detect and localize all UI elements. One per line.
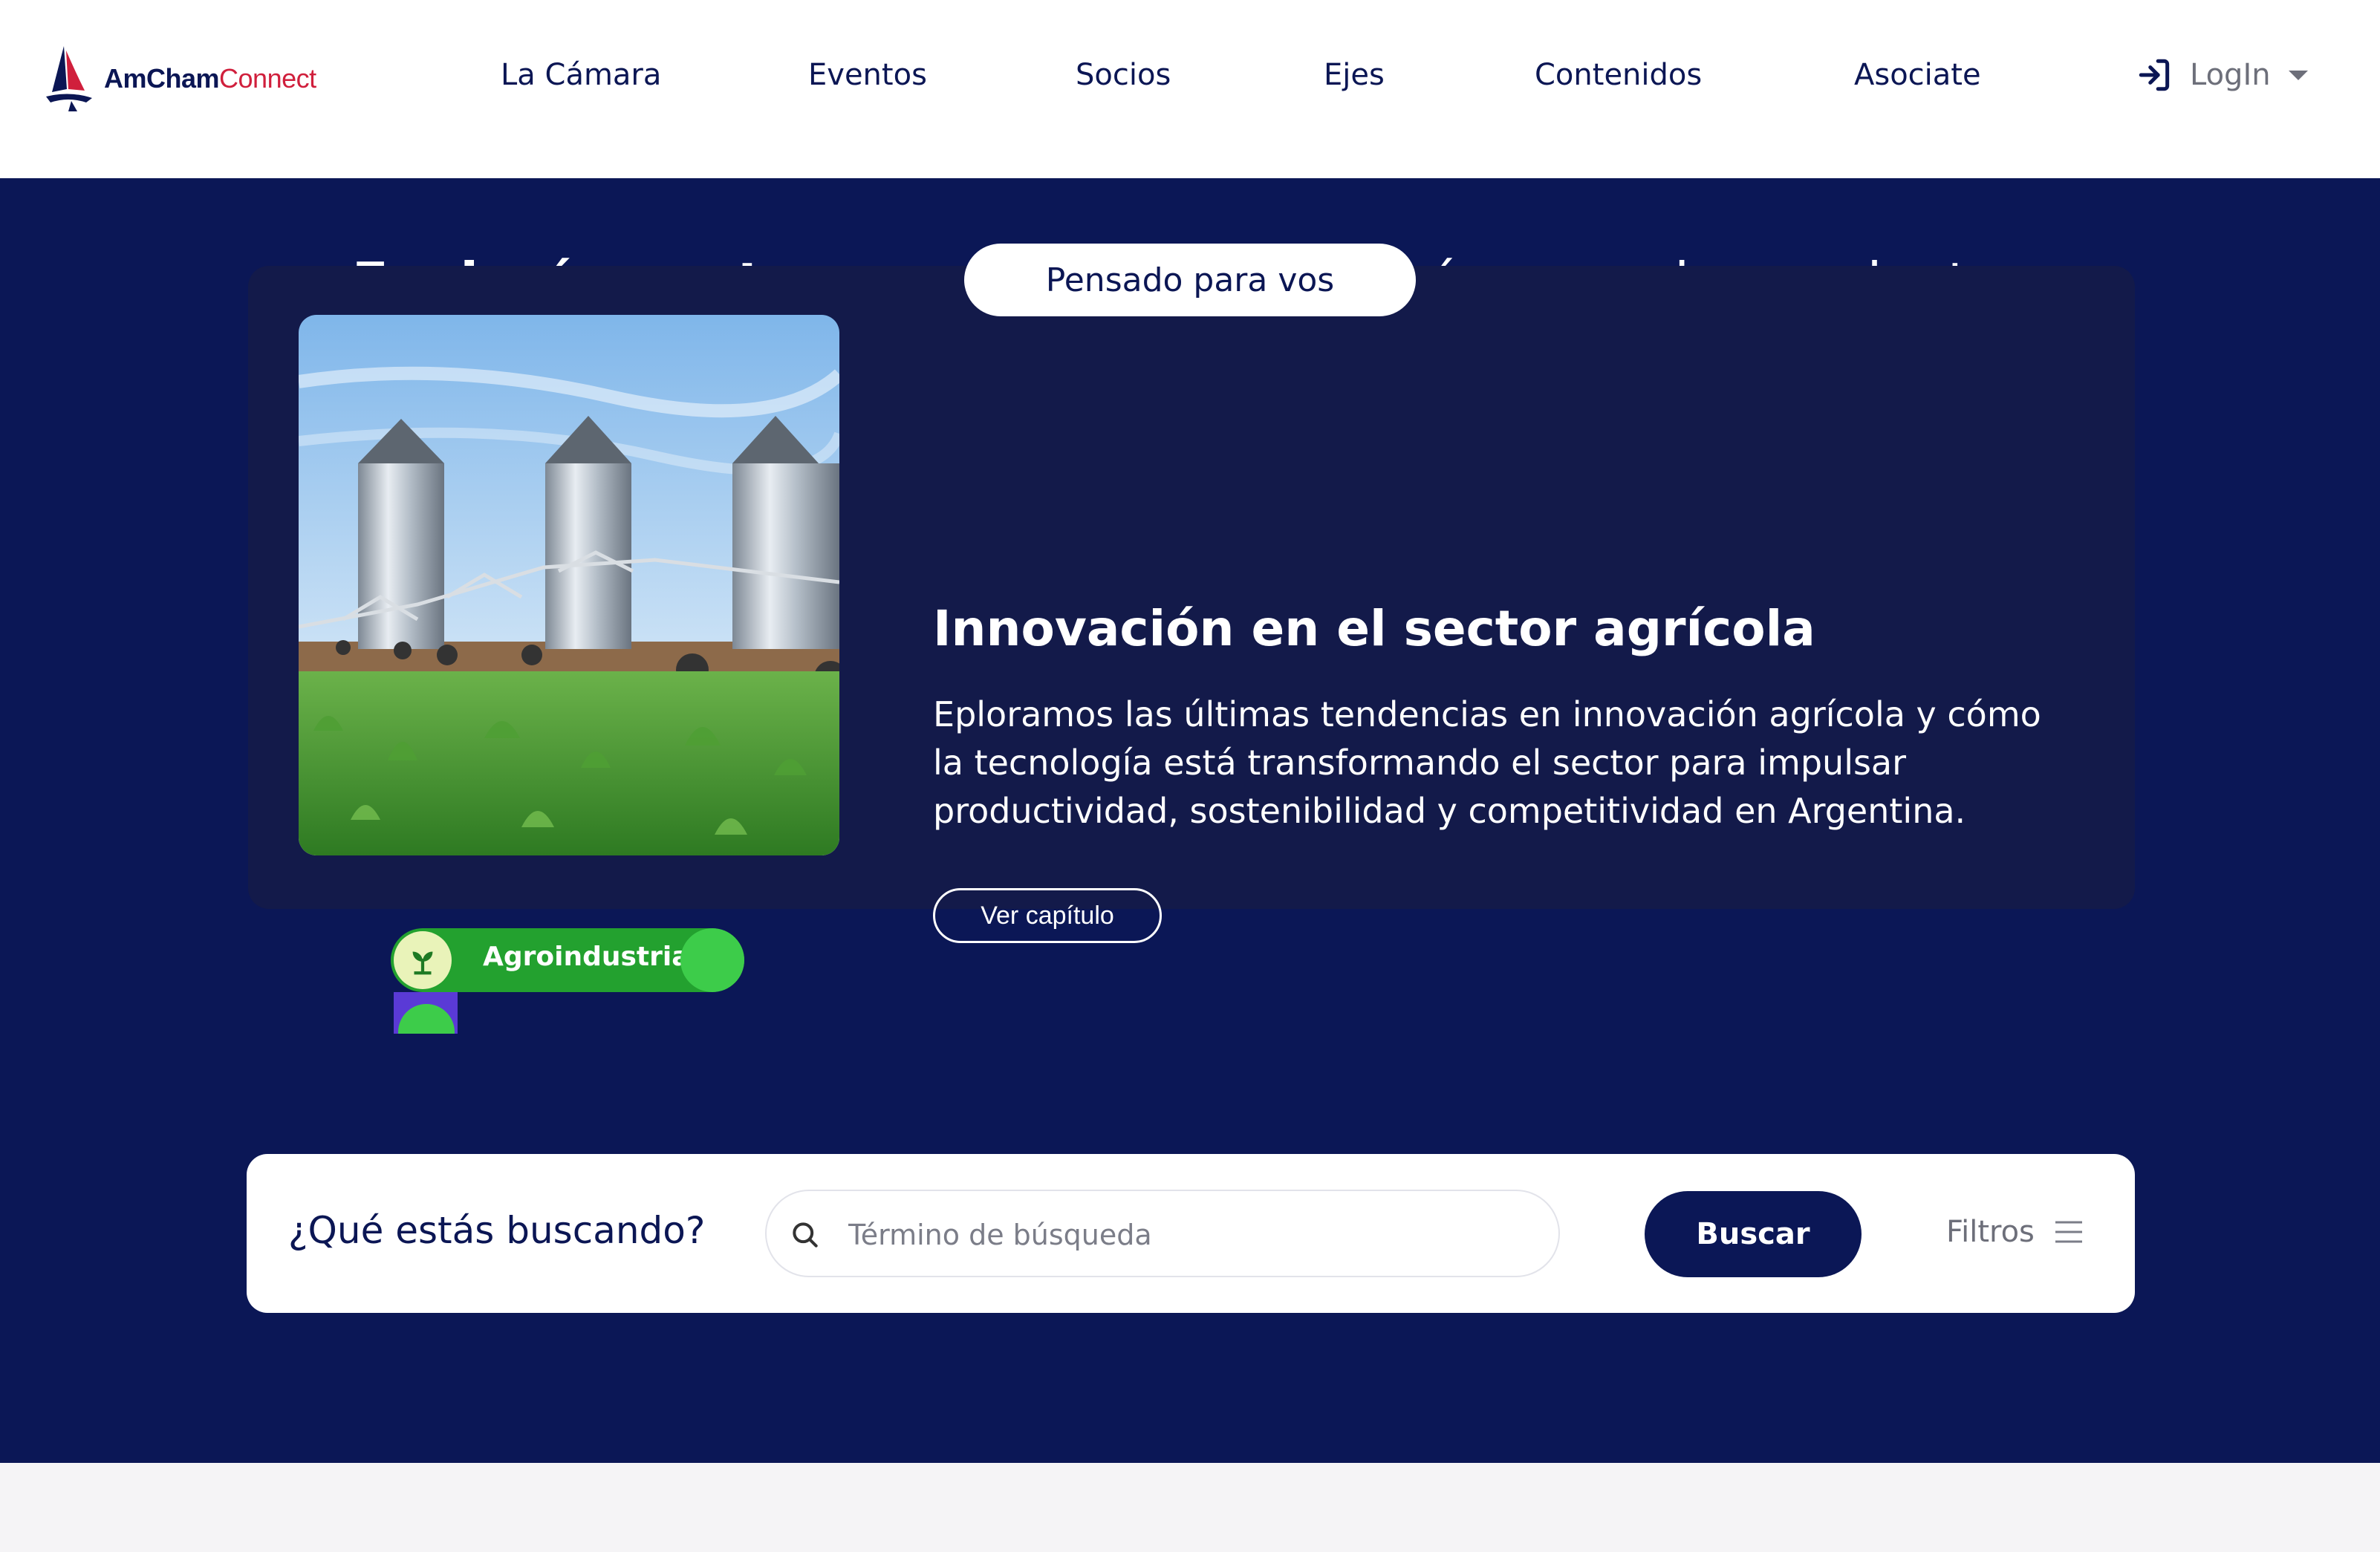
login-menu[interactable]: LogIn	[2136, 56, 2309, 94]
filters-toggle[interactable]: Filtros	[1946, 1215, 2084, 1249]
farm-silos-illustration	[299, 315, 839, 855]
filters-label: Filtros	[1946, 1215, 2035, 1249]
menu-lines-icon	[2055, 1221, 2082, 1243]
category-tag-label: Agroindustria	[483, 942, 690, 972]
site-header: AmChamConnect La Cámara Eventos Socios E…	[0, 0, 2380, 178]
login-label: LogIn	[2190, 58, 2271, 92]
login-arrow-icon	[2139, 59, 2170, 91]
featured-pill: Pensado para vos	[964, 244, 1416, 316]
logo-wordmark: AmChamConnect	[104, 63, 316, 94]
sprout-icon	[412, 951, 433, 975]
sailboat-logo-icon	[46, 46, 92, 111]
featured-description: Eploramos las últimas tendencias en inno…	[933, 694, 2041, 831]
search-field[interactable]	[765, 1190, 1560, 1277]
search-icon	[793, 1222, 818, 1248]
nav-item-asociate[interactable]: Asociate	[1854, 58, 1981, 92]
ver-capitulo-button[interactable]: Ver capítulo	[933, 888, 1162, 943]
amcham-connect-logo[interactable]: AmChamConnect	[42, 43, 316, 114]
logo-wordmark-connect: Connect	[219, 63, 316, 94]
search-input[interactable]	[848, 1213, 1532, 1256]
tag-decorative-shape	[394, 992, 458, 1034]
featured-title: Innovación en el sector agrícola	[933, 600, 1815, 657]
nav-item-socios[interactable]: Socios	[1076, 58, 1171, 92]
nav-item-eventos[interactable]: Eventos	[808, 58, 927, 92]
featured-image[interactable]	[299, 315, 839, 855]
nav-item-la-camara[interactable]: La Cámara	[501, 58, 661, 92]
nav-item-contenidos[interactable]: Contenidos	[1535, 58, 1702, 92]
buscar-button[interactable]: Buscar	[1645, 1191, 1862, 1277]
nav-item-ejes[interactable]: Ejes	[1324, 58, 1385, 92]
tag-decorative-dot	[680, 928, 744, 992]
category-tag-agroindustria[interactable]: Agroindustria	[391, 928, 744, 992]
search-question-label: ¿Qué estás buscando?	[288, 1209, 706, 1252]
caret-down-icon	[2288, 71, 2308, 80]
logo-wordmark-amcham: AmCham	[104, 63, 220, 94]
sprout-icon-badge	[394, 931, 452, 989]
